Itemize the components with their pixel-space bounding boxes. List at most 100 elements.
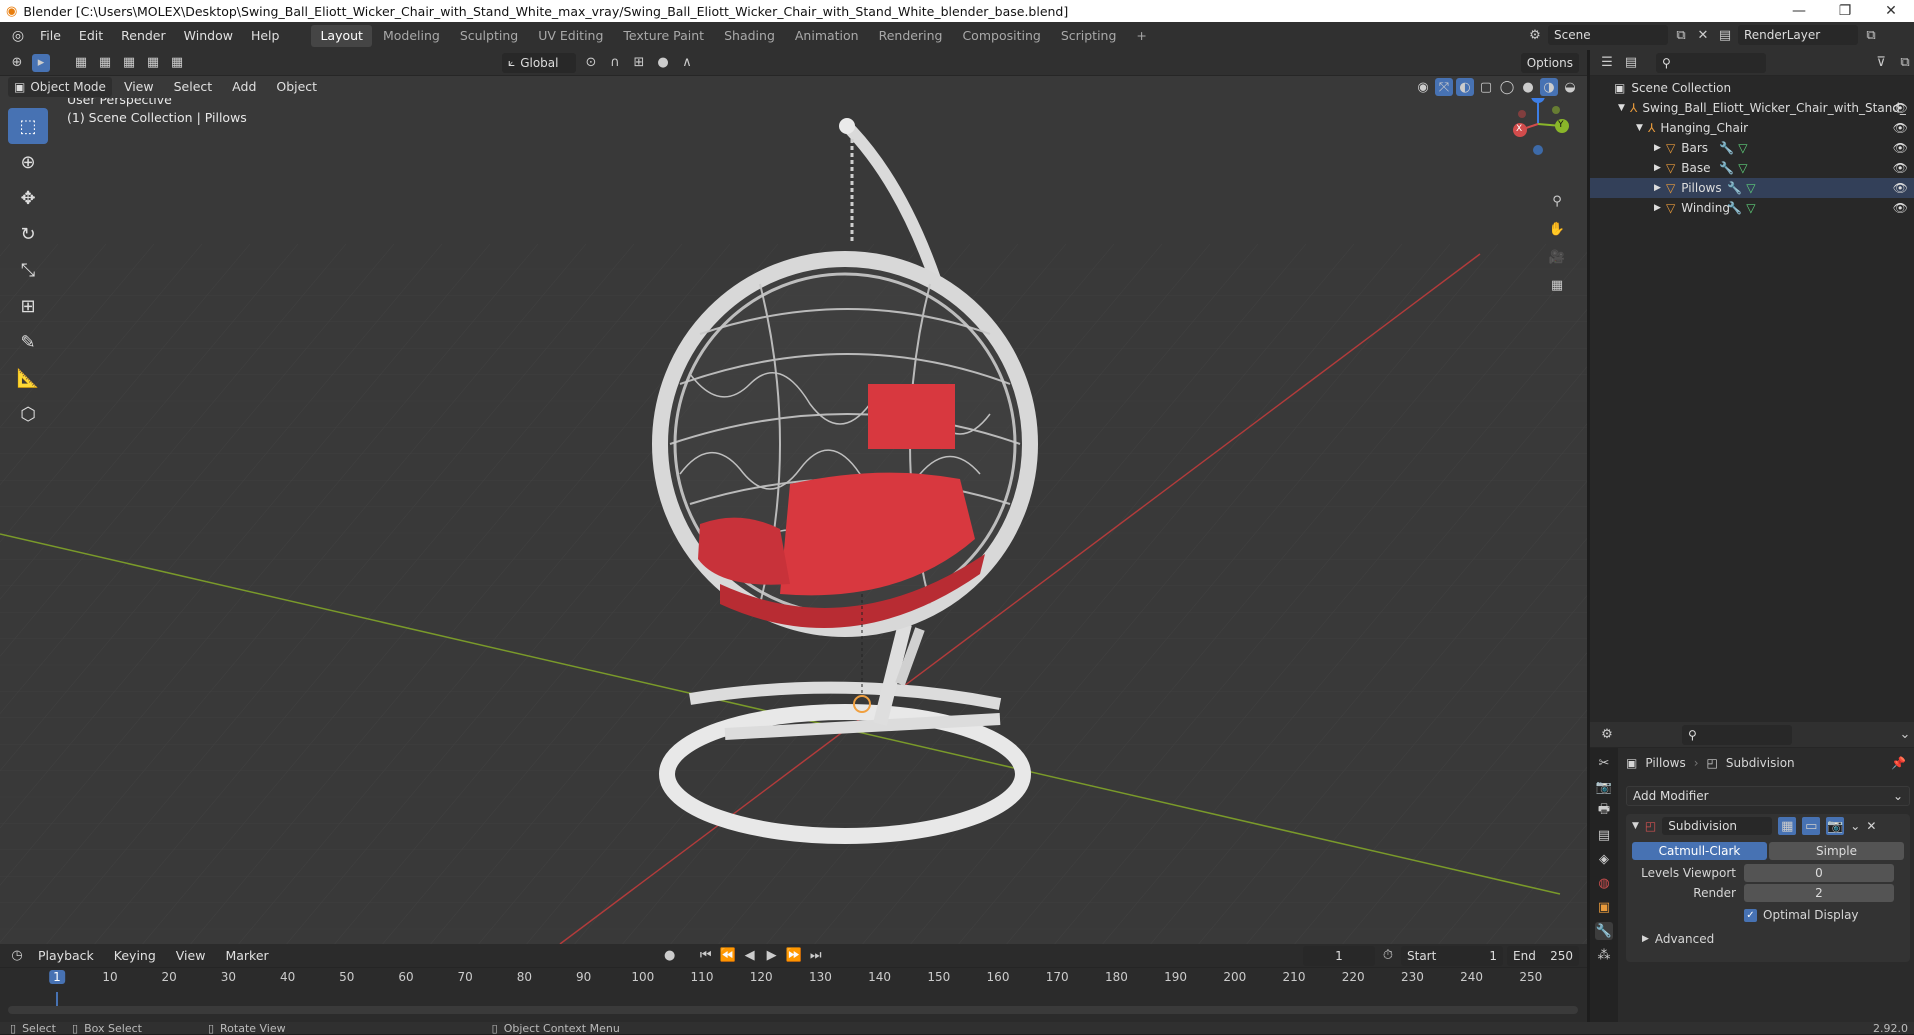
jump-end-icon[interactable]: ⏭ <box>807 947 825 965</box>
maximize-button[interactable]: ❐ <box>1822 0 1868 22</box>
view-layer-tab-icon[interactable]: ▤ <box>1595 826 1613 844</box>
tab-scripting[interactable]: Scripting <box>1052 25 1126 47</box>
viewport-menu-view[interactable]: View <box>116 76 162 98</box>
select-mode-extend-icon[interactable]: ▦ <box>96 54 114 72</box>
timeline-menu-marker[interactable]: Marker <box>217 945 276 967</box>
properties-search-input[interactable]: ⚲ <box>1682 724 1792 745</box>
editor-type-icon[interactable]: ⊕ <box>8 54 26 72</box>
ortho-grid-icon[interactable]: ▦ <box>1548 276 1566 294</box>
new-layer-icon[interactable]: ⧉ <box>1862 26 1880 44</box>
options-dropdown[interactable]: Options <box>1520 52 1579 73</box>
shading-wireframe-icon[interactable]: ◯ <box>1498 78 1516 96</box>
properties-editor-icon[interactable]: ⚙ <box>1598 726 1616 744</box>
visibility-eye-icon[interactable]: 👁 <box>1893 121 1908 135</box>
measure-tool-icon[interactable]: 📐 <box>8 360 48 396</box>
tab-animation[interactable]: Animation <box>786 25 868 47</box>
shading-rendered-icon[interactable]: ◒ <box>1561 78 1579 96</box>
proportional-edit-icon[interactable]: ● <box>654 54 672 72</box>
record-icon[interactable]: ● <box>661 947 679 965</box>
outliner-search-input[interactable]: ⚲ <box>1656 52 1766 73</box>
3d-viewport[interactable]: User Perspective (1) Scene Collection | … <box>0 84 1587 944</box>
tab-rendering[interactable]: Rendering <box>870 25 952 47</box>
select-mode-invert-icon[interactable]: ▦ <box>144 54 162 72</box>
viewport-menu-select[interactable]: Select <box>166 76 221 98</box>
play-icon[interactable]: ▶ <box>763 947 781 965</box>
viewport-toggle-icon[interactable]: ▭ <box>1802 817 1821 835</box>
select-tool-icon[interactable]: ▸ <box>32 53 50 72</box>
levels-viewport-field[interactable]: 0 <box>1744 864 1894 882</box>
tool-tab-icon[interactable]: ✂ <box>1595 754 1613 772</box>
edit-mode-toggle-icon[interactable]: ▦ <box>1778 817 1797 835</box>
overlay-toggle-icon[interactable]: ◐ <box>1456 78 1474 96</box>
timeline-menu-playback[interactable]: Playback <box>30 945 102 967</box>
expand-arrow-icon[interactable]: ▶ <box>1654 163 1666 173</box>
outliner-row-bars[interactable]: ▶ ▽ Bars 🔧 ▽ 👁 <box>1590 138 1914 158</box>
catmull-clark-button[interactable]: Catmull-Clark <box>1632 842 1767 860</box>
filter-icon[interactable]: ⊽ <box>1872 54 1890 72</box>
menu-help[interactable]: Help <box>243 25 288 47</box>
tab-shading[interactable]: Shading <box>715 25 784 47</box>
current-frame-field[interactable]: 1 <box>1303 945 1375 966</box>
xray-toggle-icon[interactable]: ▢ <box>1477 78 1495 96</box>
select-mode-subtract-icon[interactable]: ▦ <box>120 54 138 72</box>
shading-solid-icon[interactable]: ● <box>1519 78 1537 96</box>
visibility-eye-icon[interactable]: 👁 <box>1893 141 1908 155</box>
render-toggle-icon[interactable]: 📷 <box>1826 817 1845 835</box>
object-mode-dropdown[interactable]: ▣ Object Mode <box>8 77 112 97</box>
end-frame-field[interactable]: End 250 <box>1507 945 1579 966</box>
collapse-arrow-icon[interactable]: ▼ <box>1632 821 1639 831</box>
expand-arrow-icon[interactable]: ▶ <box>1654 143 1666 153</box>
timeline-ruler[interactable]: 1 10 20 30 40 50 60 70 80 90 100 110 120 130 140 150 160… <box>0 968 1587 992</box>
add-workspace-button[interactable]: + <box>1127 25 1155 47</box>
shading-material-icon[interactable]: ◑ <box>1540 78 1558 96</box>
timeline-scrollbar[interactable] <box>8 1006 1578 1014</box>
transform-orientation-dropdown[interactable]: ⟀ Global <box>502 52 576 73</box>
display-mode-icon[interactable]: ▤ <box>1622 54 1640 72</box>
expand-arrow-icon[interactable]: ▼ <box>1636 123 1648 133</box>
select-mode-set-icon[interactable]: ▦ <box>72 54 90 72</box>
modifier-name-field[interactable]: Subdivision <box>1662 817 1773 835</box>
swing-chair-model[interactable] <box>652 118 1038 844</box>
add-modifier-dropdown[interactable]: Add Modifier ⌄ <box>1626 786 1910 806</box>
menu-render[interactable]: Render <box>113 25 174 47</box>
snap-target-icon[interactable]: ⊞ <box>630 54 648 72</box>
annotate-tool-icon[interactable]: ✎ <box>8 324 48 360</box>
chevron-down-icon[interactable]: ⌄ <box>1850 819 1860 833</box>
transform-tool-icon[interactable]: ⊞ <box>8 288 48 324</box>
visibility-eye-icon[interactable]: 👁 <box>1893 201 1908 215</box>
new-scene-icon[interactable]: ⧉ <box>1672 26 1690 44</box>
start-frame-field[interactable]: Start 1 <box>1401 945 1503 966</box>
menu-window[interactable]: Window <box>176 25 241 47</box>
render-tab-icon[interactable]: 📷 <box>1595 778 1613 796</box>
pan-hand-icon[interactable]: ✋ <box>1548 220 1566 238</box>
blender-menu-icon[interactable]: ◎ <box>6 28 30 44</box>
falloff-icon[interactable]: ∧ <box>678 54 696 72</box>
scene-selector[interactable]: Scene <box>1548 25 1668 45</box>
minimize-button[interactable]: — <box>1776 0 1822 22</box>
close-button[interactable]: ✕ <box>1868 0 1914 22</box>
snap-icon[interactable]: ∩ <box>606 54 624 72</box>
scale-tool-icon[interactable]: ⤡ <box>8 252 48 288</box>
timeline-editor-icon[interactable]: ◷ <box>8 947 26 965</box>
scene-icon[interactable]: ⚙ <box>1526 26 1544 44</box>
play-reverse-icon[interactable]: ◀ <box>741 947 759 965</box>
rotate-tool-icon[interactable]: ↻ <box>8 216 48 252</box>
move-tool-icon[interactable]: ✥ <box>8 180 48 216</box>
tab-texture-paint[interactable]: Texture Paint <box>614 25 713 47</box>
chevron-down-icon[interactable]: ⌄ <box>1896 726 1914 744</box>
add-cube-tool-icon[interactable]: ⬡ <box>8 396 48 432</box>
particles-tab-icon[interactable]: ⁂ <box>1595 946 1613 964</box>
timeline-menu-view[interactable]: View <box>168 945 214 967</box>
gizmo-toggle-icon[interactable]: ⤧ <box>1435 78 1453 96</box>
modifier-tab-icon[interactable]: 🔧 <box>1595 922 1613 940</box>
scene-tab-icon[interactable]: ◈ <box>1595 850 1613 868</box>
jump-start-icon[interactable]: ⏮ <box>697 947 715 965</box>
preview-range-icon[interactable]: ⏱ <box>1379 947 1397 965</box>
cursor-tool-icon[interactable]: ⊕ <box>8 144 48 180</box>
advanced-subpanel[interactable]: ▶ Advanced <box>1626 922 1910 946</box>
object-tab-icon[interactable]: ▣ <box>1595 898 1613 916</box>
expand-arrow-icon[interactable]: ▶ <box>1654 183 1666 193</box>
tab-sculpting[interactable]: Sculpting <box>451 25 527 47</box>
outliner-row-hanging-chair[interactable]: ▼ ⅄ Hanging_Chair 👁 <box>1590 118 1914 138</box>
remove-scene-icon[interactable]: ✕ <box>1694 26 1712 44</box>
